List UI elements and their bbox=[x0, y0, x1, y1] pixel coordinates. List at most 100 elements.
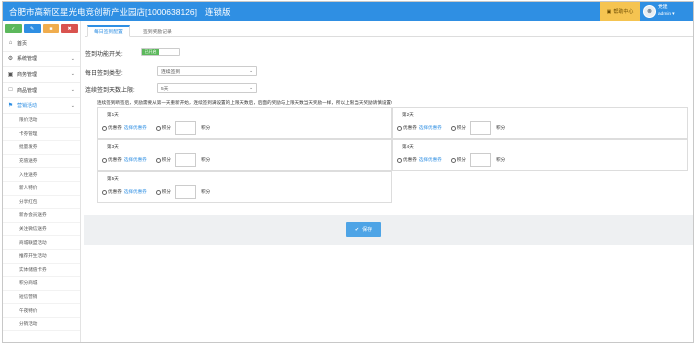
box-icon: □ bbox=[8, 87, 13, 94]
avatar: ☻ bbox=[643, 5, 656, 18]
shortcut-bar: ✓ ✎ ■ ✖ bbox=[3, 21, 80, 36]
select-coupon-link[interactable]: 选择优惠券 bbox=[124, 189, 147, 195]
points-radio[interactable] bbox=[450, 157, 456, 163]
points-input[interactable] bbox=[174, 185, 196, 199]
gift-icon: ⚑ bbox=[7, 103, 14, 110]
sidebar-item-label: 营销活动 bbox=[17, 103, 38, 110]
sidebar-subitem[interactable]: 批量发券 bbox=[3, 141, 80, 155]
sidebar-item-label: 系统管理 bbox=[17, 56, 38, 63]
day-title: 第4天 bbox=[402, 144, 414, 149]
check-icon: ✔ bbox=[354, 226, 360, 233]
help-center-button[interactable]: ▣ 帮助中心 bbox=[600, 2, 640, 21]
save-bar: ✔ 保存 bbox=[84, 215, 693, 245]
day-title: 第3天 bbox=[107, 144, 119, 149]
home-icon: ⌂ bbox=[8, 40, 13, 47]
user-name: admin▾ bbox=[658, 11, 675, 17]
sidebar-item-business[interactable]: ▣ 商务管理 ⌄ bbox=[3, 67, 80, 83]
caret-down-icon: ▾ bbox=[672, 11, 675, 17]
help-center-label: 帮助中心 bbox=[613, 9, 634, 15]
sidebar-item-home[interactable]: ⌂ 首页 bbox=[3, 36, 80, 52]
day-title: 第2天 bbox=[402, 112, 414, 117]
tab-bar: 每日签到配置 签到奖励记录 bbox=[85, 25, 693, 37]
chevron-down-icon: ⌄ bbox=[249, 68, 253, 73]
coupon-radio[interactable] bbox=[397, 125, 402, 131]
points-radio[interactable] bbox=[155, 157, 161, 163]
gear-icon: ⚙ bbox=[7, 56, 14, 63]
sidebar-subitem[interactable]: 卡券管理 bbox=[3, 128, 80, 142]
limit-row: 连续签到天数上限: bbox=[85, 85, 155, 94]
app-window: 合肥市高新区星光电竞创新产业园店[1000638126] 连锁版 ▣ 帮助中心 ☻… bbox=[2, 1, 694, 343]
sidebar-subitem[interactable]: 实体储值卡券 bbox=[3, 264, 80, 278]
day-title: 第1天 bbox=[107, 112, 119, 117]
brand: 合肥市高新区星光电竞创新产业园店[1000638126] 连锁版 bbox=[9, 6, 231, 18]
switch-state: 已开启 bbox=[142, 49, 159, 55]
tab-checkin-reward-records[interactable]: 签到奖励记录 bbox=[137, 25, 178, 37]
sidebar-subitem[interactable]: 商城联盟活动 bbox=[3, 236, 80, 250]
sidebar-subitem[interactable]: 关注微信送券 bbox=[3, 223, 80, 237]
save-button[interactable]: ✔ 保存 bbox=[346, 222, 381, 237]
sidebar: ✓ ✎ ■ ✖ ⌂ 首页 ⚙ 系统管理 ⌄ ▣ 商务管理 ⌄ □ 商品管理 ⌄ … bbox=[3, 21, 81, 342]
sidebar-subitem[interactable]: 新办会员送券 bbox=[3, 209, 80, 223]
user-menu[interactable]: ☻ 党建 admin▾ bbox=[643, 2, 693, 21]
sidebar-subitem[interactable]: 午夜特价 bbox=[3, 304, 80, 318]
select-coupon-link[interactable]: 选择优惠券 bbox=[124, 157, 147, 163]
top-header: 合肥市高新区星光电竞创新产业园店[1000638126] 连锁版 ▣ 帮助中心 ☻… bbox=[3, 2, 693, 21]
day-card: 第4天 优惠券 选择优惠券 积分 积分 bbox=[392, 139, 688, 171]
points-input[interactable] bbox=[174, 153, 196, 167]
sidebar-item-marketing[interactable]: ⚑ 营销活动 ⌄ bbox=[3, 98, 80, 114]
sidebar-item-label: 商品管理 bbox=[17, 87, 38, 94]
select-coupon-link[interactable]: 选择优惠券 bbox=[419, 157, 442, 163]
chevron-down-icon: ⌄ bbox=[70, 55, 75, 62]
tab-daily-checkin-config[interactable]: 每日签到配置 bbox=[87, 25, 130, 37]
sidebar-subitem[interactable]: 限价活动 bbox=[3, 114, 80, 128]
limit-note: 连续签到断签后，奖励需要从第一天重新开始，连续签到满设置的上限天数后，后面的奖励… bbox=[97, 100, 393, 105]
chart-icon[interactable]: ✓ bbox=[5, 24, 22, 33]
points-input[interactable] bbox=[469, 121, 491, 135]
day-card: 第1天 优惠券 选择优惠券 积分 积分 bbox=[97, 107, 392, 139]
points-radio[interactable] bbox=[450, 125, 456, 131]
day-card: 第2天 优惠券 选择优惠券 积分 积分 bbox=[392, 107, 688, 139]
sidebar-subitem[interactable]: 推荐开生活动 bbox=[3, 250, 80, 264]
sidebar-subitem[interactable]: 入住送券 bbox=[3, 168, 80, 182]
sidebar-subitem[interactable]: 积分商城 bbox=[3, 277, 80, 291]
checkin-type-select[interactable]: 连续签到 ⌄ bbox=[157, 66, 257, 76]
coupon-radio[interactable] bbox=[102, 157, 107, 163]
sidebar-subitem[interactable]: 分销活动 bbox=[3, 318, 80, 332]
users-icon[interactable]: ■ bbox=[42, 24, 60, 33]
day-limit-select[interactable]: 5天 ⌄ bbox=[157, 83, 257, 93]
coupon-radio[interactable] bbox=[102, 189, 107, 195]
select-coupon-link[interactable]: 选择优惠券 bbox=[419, 125, 442, 131]
day-card: 第3天 优惠券 选择优惠券 积分 积分 bbox=[97, 139, 392, 171]
pencil-icon[interactable]: ✎ bbox=[23, 24, 41, 33]
chevron-down-icon: ⌄ bbox=[70, 71, 75, 78]
sidebar-subitem[interactable]: 短信营销 bbox=[3, 291, 80, 305]
type-row: 每日签到类型: bbox=[85, 68, 155, 77]
briefcase-icon: ▣ bbox=[7, 71, 14, 78]
sidebar-item-label: 商务管理 bbox=[17, 71, 38, 78]
points-input[interactable] bbox=[469, 153, 491, 167]
sidebar-item-system[interactable]: ⚙ 系统管理 ⌄ bbox=[3, 52, 80, 68]
edition-label: 连锁版 bbox=[205, 7, 231, 17]
cogs-icon[interactable]: ✖ bbox=[61, 24, 78, 33]
checkin-switch[interactable]: 已开启 bbox=[141, 48, 180, 56]
sidebar-item-label: 首页 bbox=[17, 40, 28, 47]
sidebar-item-goods[interactable]: □ 商品管理 ⌄ bbox=[3, 83, 80, 99]
sidebar-subitem[interactable]: 充值送券 bbox=[3, 155, 80, 169]
store-name: 合肥市高新区星光电竞创新产业园店[1000638126] bbox=[9, 7, 197, 17]
day-title: 第5天 bbox=[107, 176, 119, 181]
sidebar-subitem[interactable]: 新人特价 bbox=[3, 182, 80, 196]
points-input[interactable] bbox=[174, 121, 196, 135]
chevron-down-icon: ⌄ bbox=[70, 102, 75, 109]
sidebar-subitem[interactable]: 分享红包 bbox=[3, 196, 80, 210]
chevron-down-icon: ⌄ bbox=[249, 85, 253, 90]
chevron-down-icon: ⌄ bbox=[70, 87, 75, 94]
coupon-radio[interactable] bbox=[102, 125, 107, 131]
type-label: 每日签到类型: bbox=[85, 71, 123, 77]
select-coupon-link[interactable]: 选择优惠券 bbox=[124, 125, 147, 131]
monitor-icon: ▣ bbox=[606, 8, 612, 15]
points-radio[interactable] bbox=[155, 189, 161, 195]
limit-label: 连续签到天数上限: bbox=[85, 88, 135, 94]
points-radio[interactable] bbox=[155, 125, 161, 131]
day-card: 第5天 优惠券 选择优惠券 积分 积分 bbox=[97, 171, 392, 203]
coupon-radio[interactable] bbox=[397, 157, 402, 163]
